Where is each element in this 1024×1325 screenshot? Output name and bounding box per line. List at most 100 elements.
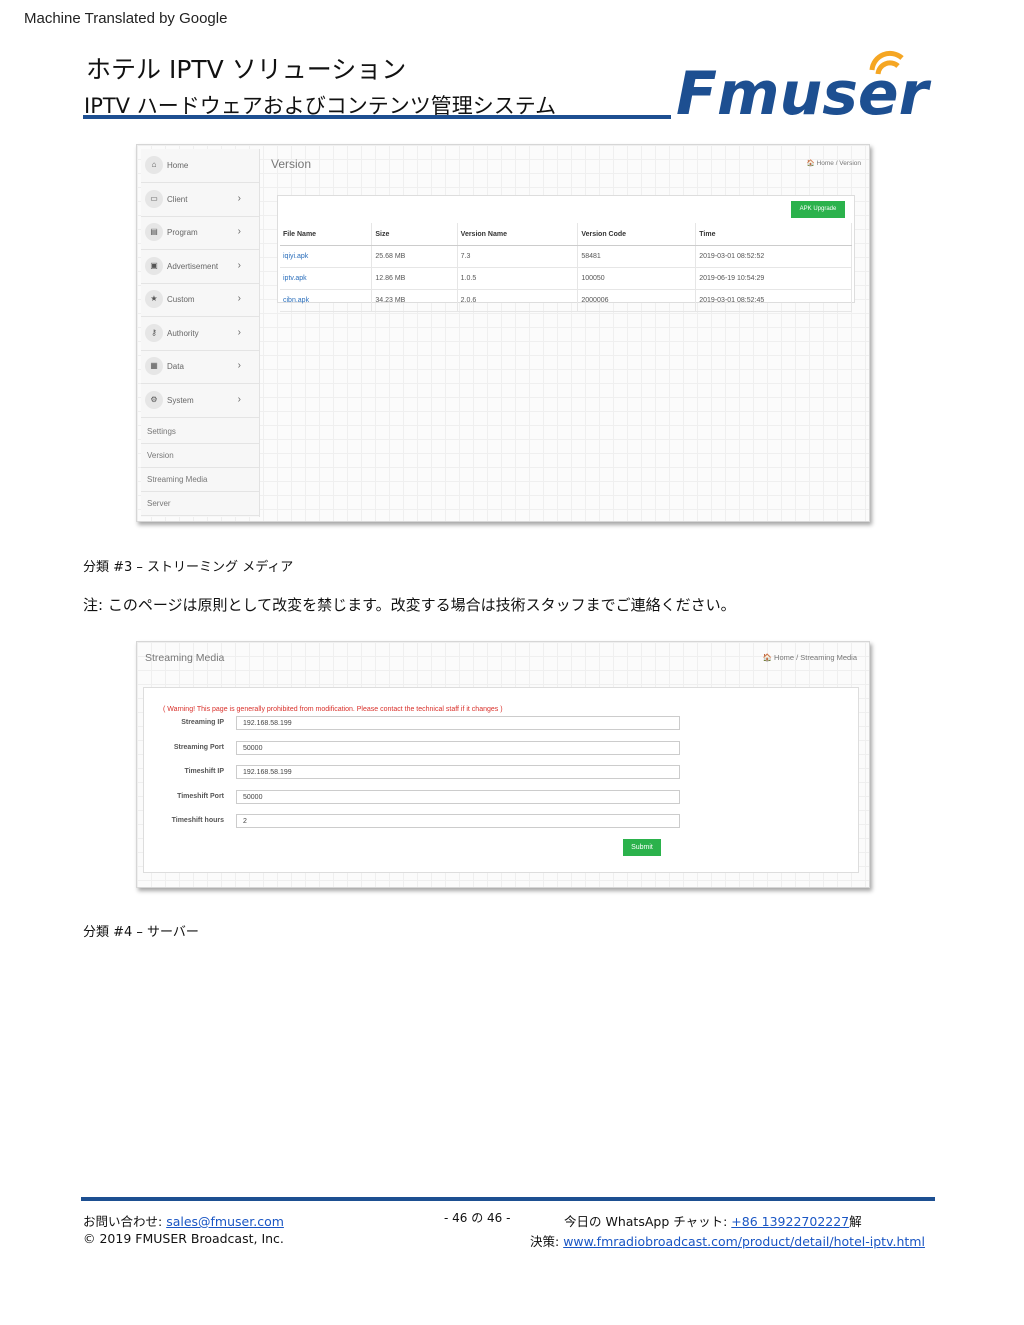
sidebar-item-label: Data	[167, 362, 184, 371]
file-name-link[interactable]: iqiyi.apk	[280, 245, 373, 268]
note-text: 注: このページは原則として改変を禁じます。改変する場合は技術スタッフまでご連絡…	[83, 596, 736, 614]
footer-whatsapp: 今日の WhatsApp チャット: +86 13922702227解	[564, 1211, 862, 1230]
table-cell: 2019-03-01 08:52:45	[695, 289, 852, 312]
chevron-right-icon: ›	[237, 393, 241, 405]
caption-3: 分類 #3 – ストリーミング メディア	[83, 560, 294, 575]
table-cell: 100050	[577, 267, 697, 290]
solution-label: 決策:	[530, 1234, 564, 1249]
whatsapp-label: 今日の WhatsApp チャット:	[564, 1214, 732, 1229]
file-name-link[interactable]: iptv.apk	[280, 267, 373, 290]
logo-text: Fmuser	[676, 59, 932, 122]
whatsapp-suffix: 解	[849, 1214, 862, 1229]
version-table: File Name Size Version Name Version Code Tim…	[280, 223, 852, 312]
sidebar-item-label: Advertisement	[167, 261, 219, 271]
streaming-port-input[interactable]: 50000	[236, 740, 680, 755]
sidebar-item-data[interactable]: ▦ Data ›	[141, 350, 259, 384]
sidebar-item-client[interactable]: ▭ Client ›	[141, 183, 259, 217]
submenu-item[interactable]: Server	[141, 491, 259, 516]
fmuser-logo: Fmuser	[676, 50, 932, 122]
breadcrumb: 🏠 Home / Streaming Media	[762, 653, 857, 662]
star-icon: ★	[145, 290, 163, 308]
submit-button[interactable]: Submit	[623, 839, 661, 856]
sidebar-item-label: Custom	[167, 295, 195, 304]
submenu-item[interactable]: Version	[141, 443, 259, 468]
streaming-ip-input[interactable]: 192.168.58.199	[236, 716, 680, 730]
key-icon: ⚷	[145, 323, 163, 342]
column-header[interactable]: Time	[695, 223, 852, 246]
footer-solution: 決策: www.fmradiobroadcast.com/product/det…	[530, 1231, 925, 1250]
footer-copyright: © 2019 FMUSER Broadcast, Inc.	[83, 1231, 284, 1246]
sidebar-item-label: Home	[167, 161, 189, 170]
caption-4: 分類 #4 – サーバー	[83, 925, 199, 940]
image-icon: ▣	[145, 256, 163, 275]
page-title: Version	[271, 157, 312, 171]
machine-translated-label: Machine Translated by Google	[24, 10, 228, 27]
version-screenshot: ⌂ Home ▭ Client › ▤ Program › ▣ Advertisement › ★ Cu…	[136, 144, 870, 522]
table-row: iptv.apk 12.86 MB 1.0.5 100050 2019-06-19 10…	[280, 267, 852, 290]
page-title: Streaming Media	[145, 652, 225, 664]
streaming-form-panel: ( Warning! This page is generally prohib…	[143, 687, 859, 873]
table-cell: 2019-03-01 08:52:52	[695, 245, 852, 268]
sidebar-item-home[interactable]: ⌂ Home	[141, 149, 259, 183]
document-title: ホテル IPTV ソリューション	[86, 55, 407, 84]
sidebar-item-program[interactable]: ▤ Program ›	[141, 216, 259, 250]
sidebar: ⌂ Home ▭ Client › ▤ Program › ▣ Advertisement › ★ Cu…	[141, 149, 260, 517]
table-cell: 2000006	[577, 289, 697, 312]
column-header[interactable]: Version Name	[457, 223, 579, 246]
table-row: cibn.apk 34.23 MB 2.0.6 2000006 2019-03-01 0…	[280, 289, 852, 312]
sidebar-item-system[interactable]: ⚙ System ›	[141, 384, 259, 418]
field-label: Streaming IP	[181, 719, 224, 726]
version-panel: APK Upgrade File Name Size Version Name Ver…	[277, 195, 855, 312]
table-cell: 25.68 MB	[371, 245, 458, 268]
monitor-icon: ▭	[145, 189, 163, 208]
timeshift-port-input[interactable]: 50000	[236, 789, 680, 804]
submenu-item-label: Streaming Media	[147, 475, 208, 484]
title-rule	[83, 115, 671, 119]
footer-rule	[81, 1197, 935, 1201]
footer-contact: お問い合わせ: sales@fmuser.com	[83, 1211, 284, 1230]
timeshift-hours-input[interactable]: 2	[236, 814, 680, 828]
table-row: iqiyi.apk 25.68 MB 7.3 58481 2019-03-01 08:5…	[280, 245, 852, 268]
sidebar-item-advertisement[interactable]: ▣ Advertisement ›	[141, 250, 259, 284]
breadcrumb: 🏠 Home / Version	[806, 160, 861, 167]
table-cell: 1.0.5	[457, 267, 579, 290]
column-header[interactable]: Size	[371, 223, 458, 246]
chevron-right-icon: ›	[237, 259, 241, 271]
film-icon: ▤	[145, 223, 163, 241]
sidebar-item-authority[interactable]: ⚷ Authority ›	[141, 317, 259, 351]
table-cell: 58481	[577, 245, 697, 268]
field-label: Timeshift Port	[177, 792, 224, 800]
page-number: - 46 の 46 -	[444, 1211, 511, 1225]
submenu-item-label: Settings	[147, 427, 176, 436]
chevron-right-icon: ›	[237, 293, 241, 304]
column-header[interactable]: File Name	[280, 223, 373, 246]
email-link[interactable]: sales@fmuser.com	[166, 1214, 284, 1229]
sidebar-item-label: System	[167, 395, 194, 405]
field-label: Timeshift hours	[171, 817, 224, 824]
warning-text: ( Warning! This page is generally prohib…	[163, 706, 503, 713]
table-header-row: File Name Size Version Name Version Code Tim…	[280, 223, 852, 246]
table-cell: 2.0.6	[457, 289, 579, 312]
chevron-right-icon: ›	[237, 192, 241, 204]
table-cell: 34.23 MB	[371, 289, 458, 312]
column-header[interactable]: Version Code	[577, 223, 697, 246]
sidebar-item-custom[interactable]: ★ Custom ›	[141, 283, 259, 317]
url-link[interactable]: www.fmradiobroadcast.com/product/detail/…	[563, 1234, 925, 1249]
submenu-item-label: Server	[147, 499, 171, 508]
gear-icon: ⚙	[145, 390, 163, 409]
file-name-link[interactable]: cibn.apk	[280, 289, 373, 312]
submenu-item[interactable]: Streaming Media	[141, 467, 259, 492]
table-cell: 12.86 MB	[371, 267, 458, 290]
contact-label: お問い合わせ:	[83, 1214, 167, 1229]
table-body: iqiyi.apk 25.68 MB 7.3 58481 2019-03-01 08:5…	[280, 245, 852, 312]
whatsapp-link[interactable]: +86 13922702227	[731, 1214, 849, 1229]
chevron-right-icon: ›	[237, 226, 241, 237]
timeshift-ip-input[interactable]: 192.168.58.199	[236, 765, 680, 779]
streaming-media-screenshot: Streaming Media 🏠 Home / Streaming Media…	[136, 641, 870, 888]
apk-upgrade-button[interactable]: APK Upgrade	[791, 201, 845, 218]
sidebar-item-label: Authority	[167, 328, 199, 338]
sidebar-item-label: Client	[167, 194, 188, 204]
table-cell: 2019-06-19 10:54:29	[695, 267, 852, 290]
submenu-item[interactable]: Settings	[141, 419, 259, 444]
submenu-item-label: Version	[147, 451, 174, 460]
